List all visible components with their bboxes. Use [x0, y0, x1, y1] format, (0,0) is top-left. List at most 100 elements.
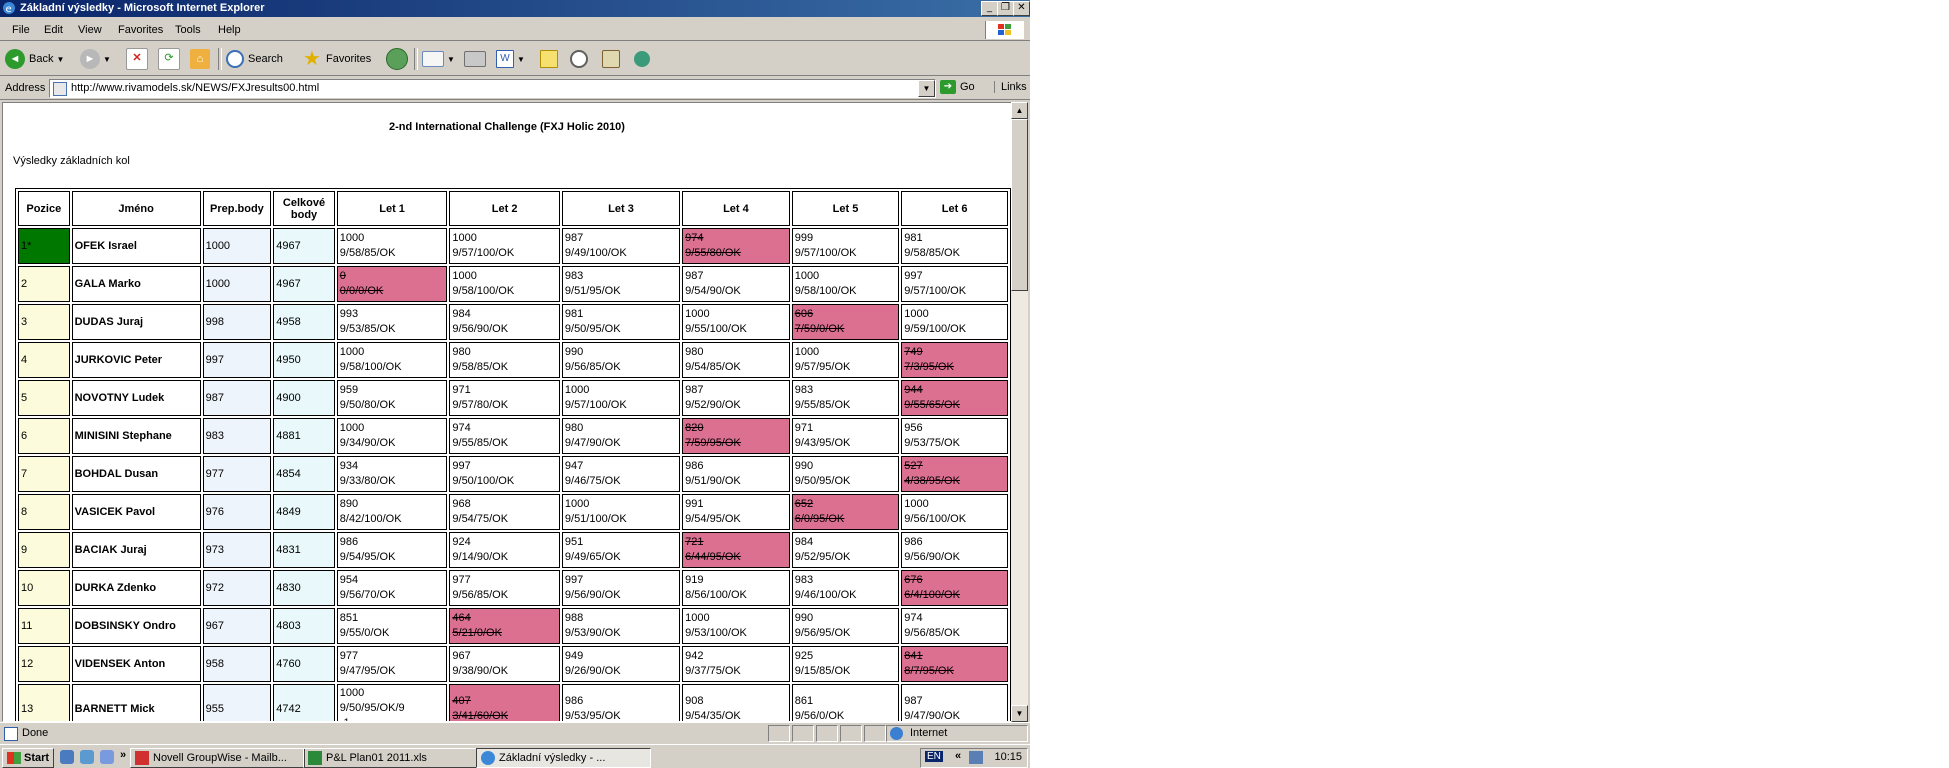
position-cell: 1*	[18, 228, 70, 264]
address-input[interactable]: http://www.rivamodels.sk/NEWS/FXJresults…	[49, 79, 936, 98]
round-cell: 990 9/50/95/OK	[791, 456, 900, 492]
go-button[interactable]: ➔ Go	[940, 80, 975, 94]
zone-pane	[886, 725, 1028, 742]
task-groupwise[interactable]: Novell GroupWise - Mailb...	[130, 748, 305, 768]
address-url[interactable]: http://www.rivamodels.sk/NEWS/FXJresults…	[71, 82, 319, 94]
back-dropdown-icon[interactable]: ▼	[56, 55, 64, 64]
round-cell: 983 9/55/85/OK	[791, 380, 900, 416]
round-score: 652	[794, 498, 814, 510]
address-dropdown-icon[interactable]: ▼	[918, 80, 935, 97]
scroll-down-icon[interactable]: ▼	[1011, 705, 1028, 722]
task-excel[interactable]: P&L Plan01 2011.xls	[303, 748, 478, 768]
quicklaunch-more-icon[interactable]: »	[120, 749, 126, 761]
print-button[interactable]	[464, 48, 486, 70]
menu-tools[interactable]: Tools	[175, 24, 201, 36]
home-button[interactable]: ⌂	[190, 48, 210, 70]
menu-edit[interactable]: Edit	[44, 24, 63, 36]
refresh-button[interactable]: ⟳	[158, 48, 180, 70]
column-header: Celkové body	[273, 191, 335, 226]
close-button[interactable]: ✕	[1013, 1, 1030, 16]
name-cell: BARNETT Mick	[71, 684, 201, 721]
position-cell: 2	[18, 266, 70, 302]
round-detail: 9/54/75/OK	[452, 513, 509, 525]
status-bar: Done Internet	[0, 722, 1030, 743]
round-detail: 9/55/80/OK	[685, 247, 741, 259]
tray-expand-icon[interactable]: «	[955, 750, 961, 762]
round-score: 1000	[685, 308, 710, 320]
scroll-thumb[interactable]	[1011, 119, 1028, 291]
messenger-button[interactable]	[570, 48, 588, 70]
round-score: 983	[794, 574, 814, 586]
research-icon	[602, 50, 620, 68]
round-cell: 956 9/53/75/OK	[901, 418, 1008, 454]
round-detail: 9/56/0/OK	[794, 709, 845, 722]
menu-view[interactable]: View	[78, 24, 102, 36]
round-score: 1000	[452, 270, 477, 282]
round-result: 407 3/41/60/OK	[452, 694, 557, 722]
minimize-button[interactable]: _	[981, 1, 998, 16]
round-cell: 986 9/53/95/OK	[561, 684, 681, 721]
menu-file[interactable]: File	[12, 24, 30, 36]
maximize-button[interactable]: ❐	[997, 1, 1014, 16]
round-score: 1000	[794, 346, 820, 358]
round-result: 949 9/26/90/OK	[565, 649, 677, 679]
prep-points-cell: 1000	[202, 266, 272, 302]
stop-button[interactable]: ✕	[126, 48, 148, 70]
favorites-button[interactable]: ★ Favorites	[302, 48, 371, 70]
messenger-people-button[interactable]	[634, 48, 650, 70]
quicklaunch-desktop-icon[interactable]	[80, 750, 94, 764]
round-score: 986	[339, 536, 359, 548]
language-indicator[interactable]: EN	[925, 751, 943, 762]
round-detail: 9/57/100/OK	[904, 285, 967, 297]
links-button[interactable]: Links	[994, 81, 1027, 93]
menu-help[interactable]: Help	[218, 24, 241, 36]
round-detail: 6/0/95/OK	[794, 513, 845, 525]
menu-favorites[interactable]: Favorites	[118, 24, 163, 36]
history-button[interactable]	[386, 48, 408, 70]
round-result: 968 9/54/75/OK	[452, 497, 557, 527]
start-button[interactable]: Start	[2, 748, 55, 768]
round-cell: 974 9/55/85/OK	[449, 418, 560, 454]
quicklaunch-outlook-icon[interactable]	[100, 750, 114, 764]
network-icon[interactable]	[969, 751, 983, 764]
back-button[interactable]: ◄ Back ▼	[5, 48, 64, 70]
round-score: 1000	[564, 384, 590, 396]
round-cell: 968 9/54/75/OK	[449, 494, 560, 530]
scroll-up-icon[interactable]: ▲	[1011, 102, 1028, 119]
title-bar[interactable]: e Základní výsledky - Microsoft Internet…	[0, 0, 1030, 17]
quicklaunch-ie-icon[interactable]	[60, 750, 74, 764]
edit-dropdown-icon[interactable]: ▼	[517, 55, 525, 64]
round-cell: 1000 9/59/100/OK	[901, 304, 1008, 340]
forward-button[interactable]: ► ▼	[80, 48, 111, 70]
mail-button[interactable]: ▼	[422, 48, 455, 70]
prep-points-cell: 973	[202, 532, 272, 568]
round-detail: 8/7/95/OK	[904, 665, 954, 677]
round-result: 999 9/57/100/OK	[795, 231, 897, 261]
edit-button[interactable]: W ▼	[496, 48, 525, 70]
forward-dropdown-icon[interactable]: ▼	[103, 55, 111, 64]
vertical-scrollbar[interactable]: ▲ ▼	[1011, 102, 1028, 722]
task-ie-results[interactable]: Základní výsledky - ...	[476, 748, 651, 768]
round-score: 606	[794, 308, 814, 320]
address-bar: Address http://www.rivamodels.sk/NEWS/FX…	[0, 77, 1030, 100]
round-score: 951	[564, 536, 584, 548]
total-points-cell: 4950	[273, 342, 335, 378]
mail-dropdown-icon[interactable]: ▼	[447, 55, 455, 64]
search-button[interactable]: Search	[226, 48, 283, 70]
round-cell: 890 8/42/100/OK	[336, 494, 448, 530]
round-cell: 1000 9/55/100/OK	[682, 304, 790, 340]
position-cell: 12	[18, 646, 70, 682]
round-result: 984 9/52/95/OK	[795, 535, 897, 565]
round-cell: 944 9/55/65/OK	[901, 380, 1008, 416]
position-cell: 8	[18, 494, 70, 530]
discuss-button[interactable]	[540, 48, 558, 70]
round-score: 980	[685, 346, 704, 358]
round-detail: 9/53/90/OK	[564, 627, 621, 639]
round-result: 1000 9/57/100/OK	[565, 383, 677, 413]
round-score: 977	[452, 574, 471, 586]
round-score: 924	[452, 536, 471, 548]
round-score: 987	[564, 232, 584, 244]
page-content[interactable]: 2-nd International Challenge (FXJ Holic …	[2, 102, 1012, 722]
round-detail: 9/53/85/OK	[339, 323, 396, 335]
research-button[interactable]	[602, 48, 620, 70]
